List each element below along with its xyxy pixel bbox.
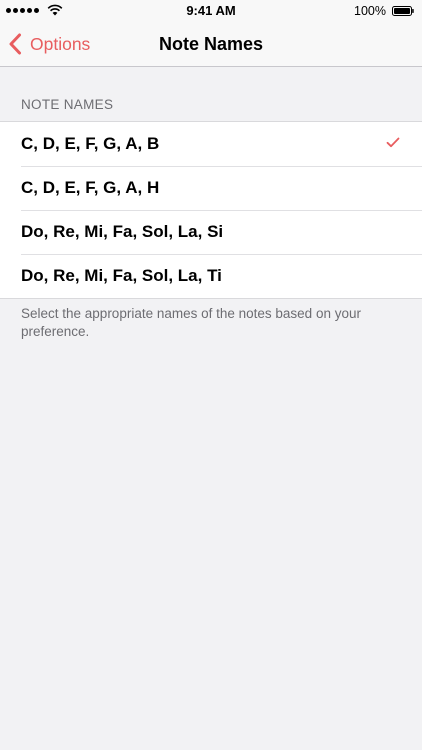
chevron-left-icon (9, 33, 21, 55)
battery-percentage: 100% (354, 4, 386, 18)
note-names-list: C, D, E, F, G, A, B C, D, E, F, G, A, H … (0, 121, 422, 299)
list-item-do-re-mi-ti[interactable]: Do, Re, Mi, Fa, Sol, La, Ti (0, 254, 422, 298)
list-item-c-d-e-f-g-a-h[interactable]: C, D, E, F, G, A, H (0, 166, 422, 210)
list-item-label: Do, Re, Mi, Fa, Sol, La, Ti (21, 266, 222, 285)
list-item-label: C, D, E, F, G, A, B (21, 134, 160, 153)
back-button-label: Options (30, 33, 91, 54)
list-item-c-d-e-f-g-a-b[interactable]: C, D, E, F, G, A, B (0, 122, 422, 166)
navigation-bar: Note Names Options (0, 22, 422, 67)
battery-icon (392, 6, 414, 16)
status-bar: 9:41 AM 100% (0, 0, 422, 22)
section-footer: Select the appropriate names of the note… (21, 306, 361, 339)
list-item-do-re-mi-si[interactable]: Do, Re, Mi, Fa, Sol, La, Si (0, 210, 422, 254)
back-button[interactable]: Options (8, 22, 90, 66)
list-item-label: C, D, E, F, G, A, H (21, 178, 160, 197)
checkmark-icon (386, 137, 400, 148)
section-header: NOTE NAMES (21, 97, 114, 112)
list-item-label: Do, Re, Mi, Fa, Sol, La, Si (21, 222, 224, 241)
